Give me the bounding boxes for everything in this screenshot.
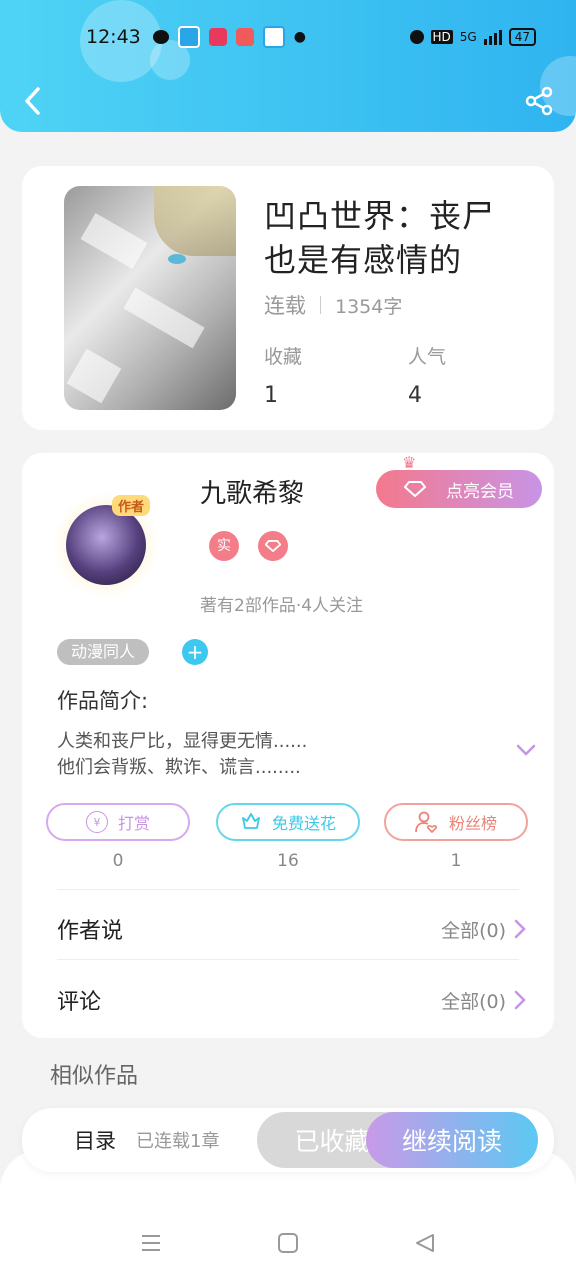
comments-row[interactable]: 评论 全部(0) [57,980,526,1020]
reward-count: 0 [112,851,124,871]
app3-icon [262,26,285,48]
toc-button[interactable]: 目录 已连载1章 [42,1112,274,1168]
book-status: 连载 [264,294,306,318]
book-meta: 连载 1354字 [264,290,402,320]
yuan-icon: ¥ [85,811,108,833]
vip-button[interactable]: 点亮会员 [376,470,542,508]
avatar [66,505,146,585]
intro-label: 作品简介: [57,689,149,713]
favorites-label: 收藏 [264,346,303,368]
toc-label: 目录 [74,1129,116,1153]
user-heart-icon [415,811,438,833]
book-title: 凹凸世界：丧尸也是有感情的 [264,197,496,279]
similar-works-heading: 相似作品 [50,1064,139,1089]
book-cover[interactable] [64,186,236,410]
app2-icon [235,28,254,46]
fans-count: 1 [450,851,462,871]
book-word-count: 1354字 [335,295,403,318]
alarm-icon [409,30,424,44]
author-name[interactable]: 九歌希黎 [200,473,304,510]
author-says-count: 全部(0) [441,919,506,942]
hd-badge: HD [430,30,453,44]
reward-label: 打赏 [117,814,150,833]
divider [57,889,519,890]
status-bar: 12:43 ● HD 5G 47 [86,22,536,52]
popularity-value: 4 [408,383,422,408]
author-says-label: 作者说 [57,919,124,944]
signal-label: 5G [459,30,477,44]
menu-icon[interactable] [140,1232,162,1254]
header-bar: 12:43 ● HD 5G 47 [0,0,576,132]
comments-label: 评论 [57,990,102,1015]
comments-count: 全部(0) [441,990,506,1013]
favorites-value: 1 [264,383,278,408]
wechat-icon [152,30,169,44]
diamond-icon [404,481,426,497]
toc-status: 已连载1章 [136,1131,220,1152]
divider [57,959,519,960]
vip-button-label: 点亮会员 [446,481,514,502]
book-info-card: 凹凸世界：丧尸也是有感情的 连载 1354字 收藏 1 人气 4 [22,166,554,430]
bottom-action-bar: 目录 已连载1章 已收藏 继续阅读 [22,1108,554,1172]
author-says-row[interactable]: 作者说 全部(0) [57,909,526,949]
send-flower-label: 免费送花 [271,814,336,833]
video-icon [208,28,227,46]
chevron-down-icon[interactable] [516,743,536,757]
share-icon[interactable] [524,86,554,116]
author-badge: 作者 [112,495,151,516]
author-works: 著有2部作品·4人关注 [200,596,364,616]
status-time: 12:43 [86,26,141,48]
battery-indicator: 47 [508,28,536,46]
fans-ranking-label: 粉丝榜 [448,814,497,833]
meta-divider [320,296,321,314]
back-icon[interactable] [22,86,44,116]
chevron-right-icon [514,919,526,939]
add-tag-button[interactable]: + [182,639,208,665]
signal-icon [483,29,502,45]
dot-icon: ● [293,29,306,45]
popularity-label: 人气 [408,346,447,368]
intro-line-2: 他们会背叛、欺诈、谎言........ [57,757,301,778]
flower-count: 16 [277,851,299,871]
real-name-badge: 实 [209,531,239,561]
category-tag[interactable]: 动漫同人 [57,639,150,665]
diamond-icon [264,540,282,553]
send-flower-button[interactable]: 免费送花 [216,803,360,841]
home-icon[interactable] [277,1232,299,1254]
continue-reading-button[interactable]: 继续阅读 [366,1112,538,1168]
chevron-right-icon [514,990,526,1010]
reward-button[interactable]: ¥ 打赏 [46,803,190,841]
popularity-stat: 人气 4 [408,342,446,408]
author-card: 作者 九歌希黎 ♛ 点亮会员 实 著有2部作品·4人关注 动漫同人 + 作品简介… [22,453,554,1038]
app-icon [177,26,200,48]
intro-text: 人类和丧尸比，显得更无情...... 他们会背叛、欺诈、谎言........ [57,729,307,781]
flower-icon [242,813,260,829]
back-nav-icon[interactable] [414,1232,436,1254]
vip-diamond-badge [258,531,288,561]
author-avatar[interactable]: 作者 [52,491,160,599]
intro-line-1: 人类和丧尸比，显得更无情...... [57,731,308,752]
fans-ranking-button[interactable]: 粉丝榜 [384,803,528,841]
favorites-stat: 收藏 1 [264,342,302,408]
